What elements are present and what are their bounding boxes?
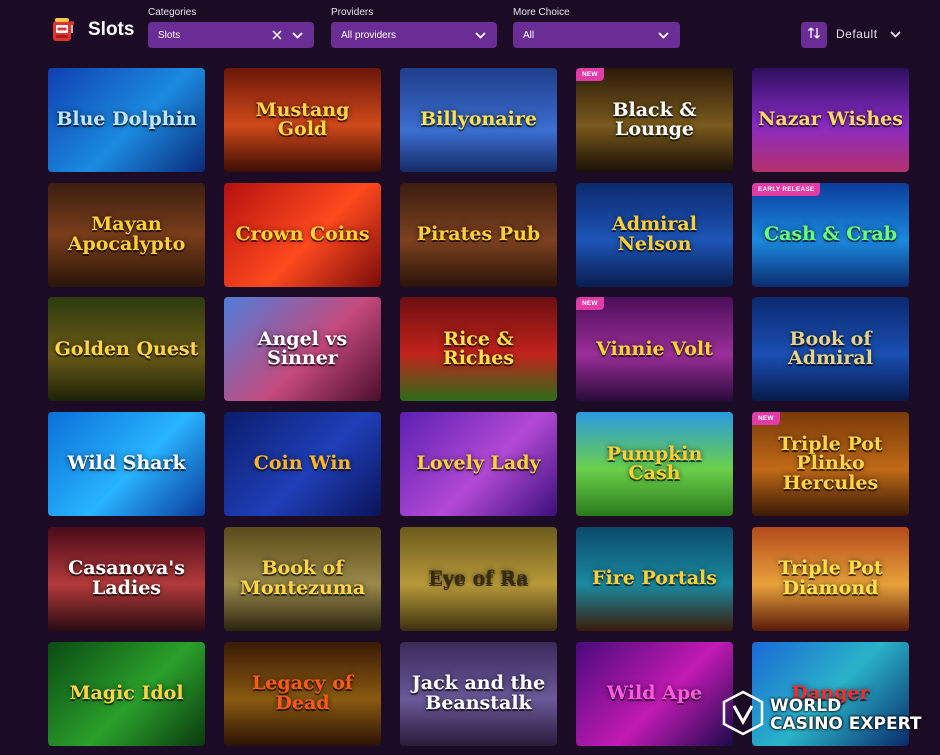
game-tile[interactable]: Eye of Ra [400, 526, 557, 631]
game-title: Cash & Crab [763, 223, 898, 245]
more-choice-label: More Choice [513, 7, 570, 18]
game-badge: NEW [576, 68, 604, 81]
game-title: Magic Idol [69, 681, 184, 704]
game-tile[interactable]: Fire Portals [576, 526, 733, 631]
watermark-line2: CASINO EXPERT [770, 713, 922, 734]
game-title: Wild Ape [606, 681, 703, 704]
sort-arrows-icon [807, 26, 821, 45]
close-icon[interactable] [270, 28, 284, 42]
slot-machine-icon [50, 16, 76, 44]
categories-select[interactable]: Slots [148, 22, 314, 48]
more-choice-select[interactable]: All [513, 22, 680, 48]
game-tile[interactable]: Triple Pot Plinko Hercules NEW [752, 412, 909, 517]
game-title: Book of Montezuma [239, 557, 366, 599]
game-tile[interactable]: Legacy of Dead [224, 641, 381, 746]
categories-value: Slots [158, 29, 181, 41]
game-title: Blue Dolphin [56, 108, 197, 131]
game-tile[interactable]: Lovely Lady [400, 412, 557, 517]
watermark-line1: WORLD [770, 695, 842, 716]
game-tile[interactable]: Black & Lounge NEW [576, 68, 733, 172]
game-tile[interactable]: Mustang Gold [224, 68, 381, 172]
page-title: Slots [88, 19, 135, 40]
game-title: Mustang Gold [255, 98, 350, 140]
game-title: Triple Pot Plinko Hercules [778, 433, 883, 494]
game-tile[interactable]: Admiral Nelson [576, 182, 733, 287]
game-title: Casanova's Ladies [68, 557, 185, 599]
game-tile[interactable]: Blue Dolphin [48, 68, 205, 172]
game-tile[interactable]: Wild Shark [48, 412, 205, 517]
game-title: Angel vs Sinner [257, 328, 348, 370]
game-title: Lovely Lady [416, 452, 541, 475]
game-title: Legacy of Dead [251, 672, 354, 714]
game-tile[interactable]: Angel vs Sinner [224, 297, 381, 402]
chevron-down-icon [290, 28, 304, 42]
providers-value: All providers [341, 29, 397, 41]
sort-button[interactable] [801, 22, 827, 48]
game-tile[interactable]: Pumpkin Cash [576, 412, 733, 517]
providers-label: Providers [331, 7, 374, 18]
game-title: Rice & Riches [442, 328, 515, 370]
game-title: Vinnie Volt [596, 337, 713, 360]
game-tile[interactable]: Wild Ape [576, 641, 733, 746]
game-tile[interactable]: Golden Quest [48, 297, 205, 402]
game-title: Pirates Pub [416, 223, 541, 245]
game-title: Wild Shark [67, 452, 186, 475]
game-title: Crown Coins [235, 223, 370, 245]
chevron-down-icon [656, 28, 670, 42]
game-tile[interactable]: Crown Coins [224, 182, 381, 287]
game-tile[interactable]: Billyonaire [400, 68, 557, 172]
game-title: Admiral Nelson [612, 213, 697, 255]
game-title: Jack and the Beanstalk [411, 672, 546, 714]
game-tile[interactable]: Pirates Pub [400, 182, 557, 287]
providers-select[interactable]: All providers [331, 22, 497, 48]
chevron-down-icon [473, 28, 487, 42]
watermark-logo-icon [722, 690, 764, 741]
game-badge: NEW [576, 297, 604, 311]
game-badge: NEW [752, 412, 780, 426]
categories-label: Categories [148, 7, 197, 18]
game-tile[interactable]: Cash & Crab EARLY RELEASE [752, 182, 909, 287]
game-title: Golden Quest [54, 337, 199, 360]
sort-dropdown[interactable]: Default [836, 27, 878, 41]
game-title: Pumpkin Cash [606, 442, 703, 485]
watermark: WORLD CASINO EXPERT [722, 690, 922, 741]
game-tile[interactable]: Magic Idol [48, 641, 205, 746]
game-tile[interactable]: Casanova's Ladies [48, 526, 205, 631]
game-tile[interactable]: Jack and the Beanstalk [400, 641, 557, 746]
game-tile[interactable]: Coin Win [224, 412, 381, 517]
game-title: Coin Win [253, 452, 352, 475]
game-title: Nazar Wishes [758, 108, 903, 131]
chevron-down-icon[interactable] [888, 27, 902, 41]
game-tile[interactable]: Vinnie Volt NEW [576, 297, 733, 402]
game-tile[interactable]: Nazar Wishes [752, 68, 909, 172]
game-tile[interactable]: Mayan Apocalypto [48, 182, 205, 287]
game-title: Black & Lounge [612, 98, 697, 140]
game-title: Eye of Ra [428, 567, 529, 590]
game-badge: EARLY RELEASE [752, 182, 821, 196]
top-bar: Slots Categories Slots Providers All pro… [0, 0, 940, 62]
game-tile[interactable]: Book of Admiral [752, 297, 909, 402]
game-title: Mayan Apocalypto [67, 213, 186, 255]
game-tile[interactable]: Triple Pot Diamond [752, 526, 909, 631]
game-title: Book of Admiral [788, 328, 873, 370]
game-title: Fire Portals [592, 567, 717, 590]
game-title: Triple Pot Diamond [778, 557, 883, 599]
more-choice-value: All [523, 29, 535, 41]
game-tile[interactable]: Rice & Riches [400, 297, 557, 402]
game-title: Billyonaire [420, 108, 537, 131]
game-tile[interactable]: Book of Montezuma [224, 526, 381, 631]
brand: Slots [50, 16, 134, 44]
